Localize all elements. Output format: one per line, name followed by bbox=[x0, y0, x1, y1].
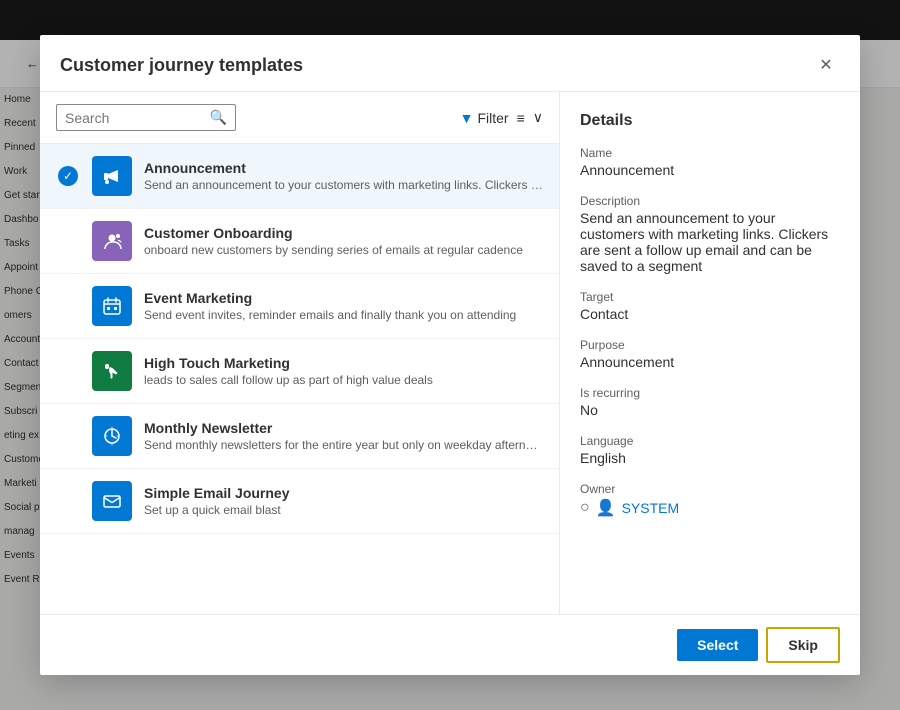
name-field: Name Announcement bbox=[580, 146, 840, 178]
search-bar: 🔍 ▼ Filter ≡ ∨ bbox=[40, 92, 559, 144]
event-icon bbox=[92, 286, 132, 326]
hightouch-icon bbox=[92, 351, 132, 391]
owner-circle-icon: ○ bbox=[580, 499, 590, 517]
modal-overlay: Customer journey templates ✕ 🔍 ▼ Filter bbox=[0, 0, 900, 710]
details-panel: Details Name Announcement Description Se… bbox=[560, 92, 860, 614]
filter-icon: ▼ bbox=[460, 110, 474, 126]
announcement-text: Announcement Send an announcement to you… bbox=[144, 160, 543, 192]
customer-journey-dialog: Customer journey templates ✕ 🔍 ▼ Filter bbox=[40, 35, 860, 675]
dialog-header: Customer journey templates ✕ bbox=[40, 35, 860, 92]
owner-person-icon: 👤 bbox=[596, 498, 616, 518]
description-label: Description bbox=[580, 194, 840, 208]
language-field: Language English bbox=[580, 434, 840, 466]
simpleemail-name: Simple Email Journey bbox=[144, 485, 543, 501]
language-value: English bbox=[580, 450, 840, 466]
onboarding-text: Customer Onboarding onboard new customer… bbox=[144, 225, 543, 257]
onboarding-icon bbox=[92, 221, 132, 261]
event-text: Event Marketing Send event invites, remi… bbox=[144, 290, 543, 322]
select-button[interactable]: Select bbox=[677, 629, 758, 661]
owner-field: Owner ○ 👤 SYSTEM bbox=[580, 482, 840, 518]
template-list-panel: 🔍 ▼ Filter ≡ ∨ bbox=[40, 92, 560, 614]
language-label: Language bbox=[580, 434, 840, 448]
chevron-down-icon: ∨ bbox=[533, 109, 543, 126]
skip-button[interactable]: Skip bbox=[766, 627, 840, 663]
event-desc: Send event invites, reminder emails and … bbox=[144, 308, 543, 322]
template-item-newsletter[interactable]: Monthly Newsletter Send monthly newslett… bbox=[40, 404, 559, 469]
details-heading: Details bbox=[580, 112, 840, 130]
purpose-field: Purpose Announcement bbox=[580, 338, 840, 370]
newsletter-name: Monthly Newsletter bbox=[144, 420, 543, 436]
name-label: Name bbox=[580, 146, 840, 160]
hightouch-desc: leads to sales call follow up as part of… bbox=[144, 373, 543, 387]
purpose-value: Announcement bbox=[580, 354, 840, 370]
target-field: Target Contact bbox=[580, 290, 840, 322]
recurring-value: No bbox=[580, 402, 840, 418]
selected-checkmark: ✓ bbox=[58, 166, 78, 186]
onboarding-name: Customer Onboarding bbox=[144, 225, 543, 241]
simpleemail-text: Simple Email Journey Set up a quick emai… bbox=[144, 485, 543, 517]
template-list: ✓ Announcement Send an announcement to bbox=[40, 144, 559, 614]
name-value: Announcement bbox=[580, 162, 840, 178]
newsletter-icon bbox=[92, 416, 132, 456]
check-wrap: ✓ bbox=[56, 166, 80, 186]
target-label: Target bbox=[580, 290, 840, 304]
hightouch-name: High Touch Marketing bbox=[144, 355, 543, 371]
template-item-event[interactable]: Event Marketing Send event invites, remi… bbox=[40, 274, 559, 339]
description-field: Description Send an announcement to your… bbox=[580, 194, 840, 274]
owner-link[interactable]: SYSTEM bbox=[622, 500, 680, 516]
dialog-body: 🔍 ▼ Filter ≡ ∨ bbox=[40, 92, 860, 614]
template-item-hightouch[interactable]: High Touch Marketing leads to sales call… bbox=[40, 339, 559, 404]
template-item-onboarding[interactable]: Customer Onboarding onboard new customer… bbox=[40, 209, 559, 274]
close-button[interactable]: ✕ bbox=[812, 51, 840, 79]
recurring-field: Is recurring No bbox=[580, 386, 840, 418]
simpleemail-desc: Set up a quick email blast bbox=[144, 503, 543, 517]
dialog-footer: Select Skip bbox=[40, 614, 860, 675]
announcement-desc: Send an announcement to your customers w… bbox=[144, 178, 543, 192]
description-value: Send an announcement to your customers w… bbox=[580, 210, 840, 274]
purpose-label: Purpose bbox=[580, 338, 840, 352]
search-icon: 🔍 bbox=[210, 109, 227, 126]
sort-icon: ≡ bbox=[517, 110, 525, 126]
target-value: Contact bbox=[580, 306, 840, 322]
newsletter-desc: Send monthly newsletters for the entire … bbox=[144, 438, 543, 452]
dialog-title: Customer journey templates bbox=[60, 55, 303, 76]
filter-label: Filter bbox=[477, 110, 508, 126]
owner-row: ○ 👤 SYSTEM bbox=[580, 498, 840, 518]
recurring-label: Is recurring bbox=[580, 386, 840, 400]
announcement-icon bbox=[92, 156, 132, 196]
hightouch-text: High Touch Marketing leads to sales call… bbox=[144, 355, 543, 387]
onboarding-desc: onboard new customers by sending series … bbox=[144, 243, 543, 257]
event-name: Event Marketing bbox=[144, 290, 543, 306]
announcement-name: Announcement bbox=[144, 160, 543, 176]
sort-button[interactable]: ≡ bbox=[517, 110, 525, 126]
simpleemail-icon bbox=[92, 481, 132, 521]
template-item-simpleemail[interactable]: Simple Email Journey Set up a quick emai… bbox=[40, 469, 559, 534]
template-item-announcement[interactable]: ✓ Announcement Send an announcement to bbox=[40, 144, 559, 209]
search-input-wrap[interactable]: 🔍 bbox=[56, 104, 236, 131]
filter-area: ▼ Filter ≡ ∨ bbox=[460, 109, 543, 126]
owner-label: Owner bbox=[580, 482, 840, 496]
newsletter-text: Monthly Newsletter Send monthly newslett… bbox=[144, 420, 543, 452]
collapse-button[interactable]: ∨ bbox=[533, 109, 543, 126]
search-input[interactable] bbox=[65, 110, 204, 126]
filter-button[interactable]: ▼ Filter bbox=[460, 110, 509, 126]
